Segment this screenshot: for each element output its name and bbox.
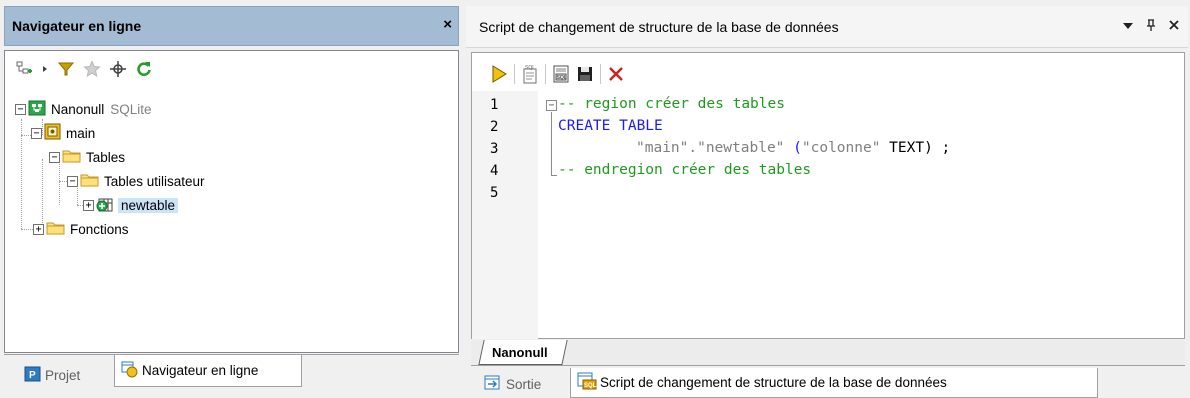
- collapse-icon[interactable]: −: [31, 127, 42, 139]
- tab-output[interactable]: Sortie: [478, 371, 547, 397]
- folder-icon: [46, 220, 65, 238]
- project-icon: P: [24, 366, 41, 385]
- editor-toolbar: SQL SQL: [490, 63, 625, 85]
- collapse-icon[interactable]: −: [67, 175, 78, 187]
- panel-header: Script de changement de structure de la …: [466, 6, 1188, 48]
- panel-header: Navigateur en ligne ×: [4, 6, 459, 46]
- schema-icon: [44, 123, 61, 143]
- tree-item-functions[interactable]: + Fonctions: [33, 219, 129, 239]
- window-controls: [1122, 18, 1180, 35]
- line-number-gutter: 1 2 3 4 5: [472, 91, 538, 339]
- execute-icon[interactable]: [490, 65, 508, 83]
- tab-label: Navigateur en ligne: [142, 363, 259, 378]
- fold-toggle-icon[interactable]: −: [546, 100, 557, 111]
- panel-title: Navigateur en ligne: [12, 18, 142, 34]
- user-tables-folder-label: Tables utilisateur: [104, 173, 205, 189]
- line-number: 4: [490, 163, 499, 179]
- folder-icon: [62, 148, 81, 166]
- sql-script-icon[interactable]: SQL: [521, 65, 539, 84]
- add-connection-icon[interactable]: [15, 60, 33, 78]
- fold-guide: [551, 112, 552, 175]
- save-icon[interactable]: [576, 65, 594, 83]
- code-line-1: -- region créer des tables: [558, 96, 785, 112]
- fold-guide: [551, 175, 557, 176]
- close-icon[interactable]: [1168, 18, 1180, 35]
- tree-item-user-tables[interactable]: − Tables utilisateur: [67, 171, 205, 191]
- sqlite-connection-icon: [28, 100, 46, 119]
- code-line-2: CREATE TABLE: [558, 118, 663, 134]
- svg-text:SQL: SQL: [525, 65, 535, 71]
- favorite-star-icon[interactable]: [83, 60, 101, 78]
- tab-label: Script de changement de structure de la …: [600, 375, 947, 390]
- code-line-4: -- endregion créer des tables: [558, 162, 812, 178]
- separator: [514, 64, 515, 84]
- new-table-icon: [96, 196, 113, 215]
- line-number: 3: [490, 141, 499, 157]
- structure-change-script-panel: Script de changement de structure de la …: [466, 6, 1190, 398]
- svg-text:P: P: [29, 370, 36, 381]
- panel-title: Script de changement de structure de la …: [479, 19, 839, 35]
- browser-toolbar: [15, 59, 153, 79]
- refresh-icon[interactable]: [135, 60, 153, 78]
- collapse-icon[interactable]: −: [49, 151, 60, 163]
- online-browser-icon: [121, 361, 138, 381]
- online-browser-panel: Navigateur en ligne × − Nanonull SQLite …: [4, 6, 459, 394]
- connection-name: Nanonull: [51, 101, 105, 117]
- table-name: newtable: [118, 197, 179, 213]
- folder-icon: [80, 172, 99, 190]
- sql-script-icon: SQL: [577, 372, 597, 393]
- expand-icon[interactable]: +: [83, 199, 94, 211]
- line-number: 5: [490, 185, 499, 201]
- delete-icon[interactable]: [607, 65, 625, 83]
- functions-folder-label: Fonctions: [70, 221, 129, 237]
- tab-nanonull[interactable]: Nanonull: [478, 340, 568, 365]
- line-number: 1: [490, 97, 499, 113]
- connection-type: SQLite: [110, 101, 152, 117]
- tree-item-schema[interactable]: − main: [31, 123, 95, 143]
- close-icon[interactable]: ×: [443, 16, 452, 33]
- schema-name: main: [66, 125, 96, 141]
- tab-project[interactable]: P Projet: [18, 362, 86, 388]
- tree-item-newtable[interactable]: + newtable: [83, 195, 179, 215]
- locate-icon[interactable]: [109, 60, 127, 78]
- tab-label: Sortie: [506, 376, 542, 392]
- sql-editor[interactable]: SQL SQL 1 2 3 4 5 − -- region créer des …: [471, 52, 1185, 339]
- filter-icon[interactable]: [57, 60, 75, 78]
- tab-structure-change-script[interactable]: SQL Script de changement de structure de…: [570, 368, 1098, 398]
- code-string: "main"."newtable": [636, 140, 785, 156]
- tab-label: Projet: [45, 367, 81, 383]
- collapse-icon[interactable]: −: [15, 103, 26, 115]
- right-tab-bar: Sortie SQL Script de changement de struc…: [466, 368, 1188, 398]
- tree-view: − Nanonull SQLite − main − Tables − Tabl…: [4, 50, 459, 353]
- expand-icon[interactable]: +: [33, 223, 44, 235]
- tables-folder-label: Tables: [86, 149, 126, 165]
- dropdown-icon[interactable]: [1122, 18, 1134, 35]
- tree-item-connection[interactable]: − Nanonull SQLite: [15, 99, 152, 119]
- code-area[interactable]: − -- region créer des tables CREATE TABL…: [538, 91, 1178, 339]
- tab-label: Nanonull: [492, 345, 548, 360]
- pin-icon[interactable]: [1145, 18, 1157, 35]
- open-sql-icon[interactable]: SQL: [552, 65, 570, 83]
- tab-online-browser[interactable]: Navigateur en ligne: [114, 355, 302, 387]
- code-paren: (: [784, 140, 802, 156]
- left-tab-bar: P Projet Navigateur en ligne: [4, 354, 459, 392]
- code-type: TEXT) ;: [880, 140, 951, 156]
- expand-arrow-icon[interactable]: [41, 60, 49, 78]
- line-number: 2: [490, 119, 499, 135]
- code-string: "colonne": [801, 140, 881, 156]
- separator: [545, 64, 546, 84]
- svg-text:SQL: SQL: [584, 383, 597, 389]
- svg-text:SQL: SQL: [557, 75, 567, 81]
- connection-tab-strip: Nanonull: [471, 340, 1185, 366]
- separator: [600, 64, 601, 84]
- code-line-3: "main"."newtable" ("colonne" TEXT) ;: [636, 140, 950, 156]
- output-icon: [484, 375, 502, 394]
- tree-item-tables[interactable]: − Tables: [49, 147, 125, 167]
